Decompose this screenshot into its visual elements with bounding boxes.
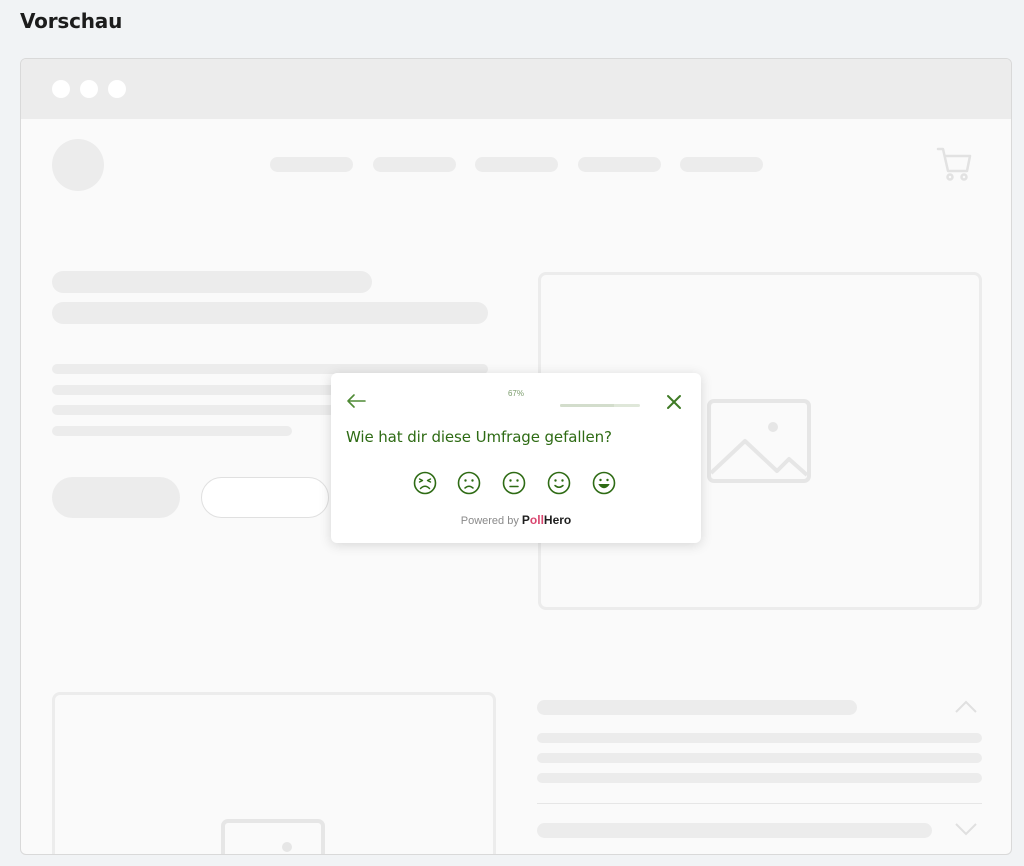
neutral-face-icon[interactable] xyxy=(502,471,526,495)
brand-accent: oll xyxy=(529,513,544,527)
brand-logo[interactable]: PollHero xyxy=(522,513,571,527)
accordion-title-placeholder xyxy=(537,700,857,715)
logo-placeholder xyxy=(52,139,104,191)
very-unhappy-face-icon[interactable] xyxy=(413,471,437,495)
rating-options xyxy=(411,471,621,497)
window-dot xyxy=(108,80,126,98)
very-happy-face-icon[interactable] xyxy=(592,471,616,495)
text-placeholder xyxy=(52,426,292,436)
nav-placeholder xyxy=(578,157,661,172)
divider xyxy=(537,803,982,804)
progress-bar-fill xyxy=(560,404,614,407)
accordion-title-placeholder xyxy=(537,823,932,838)
survey-question: Wie hat dir diese Umfrage gefallen? xyxy=(346,428,612,446)
page-title: Vorschau xyxy=(20,9,123,33)
back-arrow-icon[interactable] xyxy=(345,390,367,412)
image-icon xyxy=(221,819,325,854)
nav-placeholder xyxy=(373,157,456,172)
brand-suffix: Hero xyxy=(543,513,572,527)
chevron-down-icon xyxy=(955,823,977,836)
browser-title-bar xyxy=(21,59,1011,119)
text-placeholder xyxy=(537,733,982,743)
brand-prefix: P xyxy=(521,513,530,527)
window-dot xyxy=(52,80,70,98)
cart-icon xyxy=(936,147,972,181)
survey-popup: 67% Wie hat dir diese Umfrage gefallen? xyxy=(331,373,701,543)
unhappy-face-icon[interactable] xyxy=(457,471,481,495)
text-placeholder xyxy=(52,271,372,293)
text-placeholder xyxy=(537,753,982,763)
text-placeholder xyxy=(537,773,982,783)
powered-by-footer: Powered by PollHero xyxy=(331,513,701,527)
happy-face-icon[interactable] xyxy=(547,471,571,495)
window-dot xyxy=(80,80,98,98)
progress-label: 67% xyxy=(507,389,524,398)
text-placeholder xyxy=(52,302,488,324)
progress-bar xyxy=(560,404,640,407)
nav-placeholder xyxy=(270,157,353,172)
powered-by-label: Powered by xyxy=(460,515,519,527)
image-icon xyxy=(707,399,811,483)
close-icon[interactable] xyxy=(665,393,683,411)
nav-placeholder xyxy=(680,157,763,172)
nav-placeholder xyxy=(475,157,558,172)
button-placeholder xyxy=(52,477,180,518)
button-placeholder xyxy=(201,477,329,518)
chevron-up-icon xyxy=(955,700,977,713)
